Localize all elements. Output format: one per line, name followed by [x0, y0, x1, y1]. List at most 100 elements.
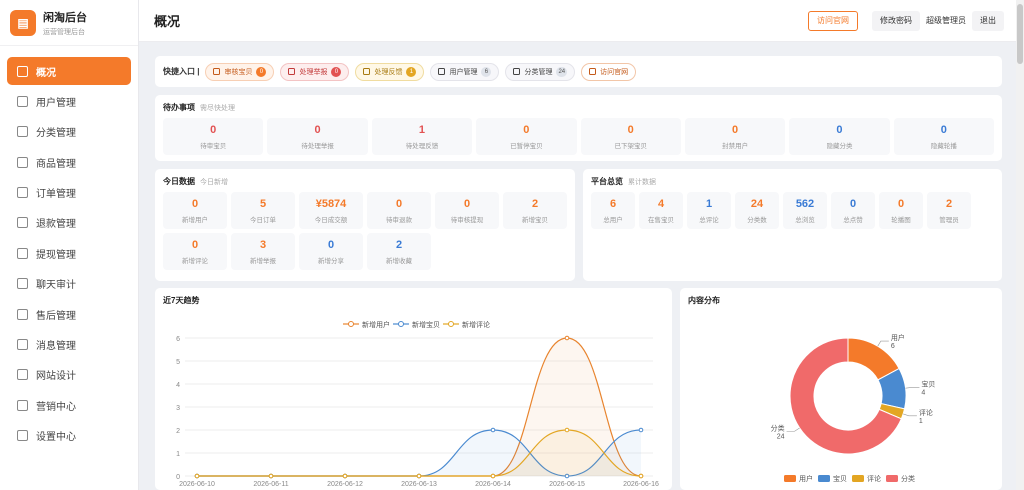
stat-label: 新增评论 — [182, 257, 208, 265]
count-badge: 0 — [331, 66, 342, 77]
sidebar-item-9[interactable]: 消息管理 — [7, 331, 131, 359]
stat-label: 待处理举报 — [301, 142, 334, 150]
stat-tile[interactable]: 0 隐藏轮播 — [893, 118, 994, 155]
distribution-title: 内容分布 — [688, 296, 720, 305]
trend-card: 近7天趋势 0 1 2 3 4 5 6 2026-06-10 2026-06-11 2026-06… — [155, 288, 672, 490]
visit-site-button[interactable]: 访问官网 — [808, 10, 858, 31]
sidebar-item-11[interactable]: 营销中心 — [7, 391, 131, 419]
stat-label: 新增收藏 — [386, 257, 412, 265]
label-line — [786, 427, 800, 432]
sidebar-item-0[interactable]: 概况 — [7, 57, 131, 85]
change-password-button[interactable]: 修改密码 — [872, 10, 920, 31]
stat-tile[interactable]: 0 待处理举报 — [267, 118, 368, 155]
y-tick-label: 5 — [176, 359, 180, 366]
sidebar-item-5[interactable]: 退款管理 — [7, 209, 131, 237]
stat-tile[interactable]: 0 待审退款 — [367, 192, 431, 229]
stat-tile[interactable]: 3 新增举报 — [231, 233, 295, 270]
sidebar-item-8[interactable]: 售后管理 — [7, 300, 131, 328]
card-icon — [17, 247, 28, 259]
legend-marker — [448, 321, 454, 327]
stat-tile[interactable]: 0 已暂停宝贝 — [476, 118, 577, 155]
stat-tile[interactable]: ¥5874 今日成交额 — [299, 192, 363, 229]
stat-value: 0 — [314, 123, 321, 136]
stat-value: 3 — [259, 238, 267, 251]
legend-swatch — [886, 475, 898, 482]
slice-label: 评论 1 — [919, 408, 933, 425]
stat-tile[interactable]: 2 新增宝贝 — [503, 192, 567, 229]
stat-tile[interactable]: 24 分类数 — [735, 192, 779, 229]
stat-label: 总浏览 — [795, 216, 815, 224]
stat-label: 今日成交额 — [314, 216, 348, 224]
stat-label: 待审退款 — [386, 216, 412, 224]
quick-entry-text: 处理举报 — [299, 68, 328, 76]
stat-tile[interactable]: 6 总用户 — [591, 192, 635, 229]
data-point — [564, 335, 570, 341]
quick-entry-button[interactable]: 用户管理 6 — [430, 62, 500, 81]
stat-tile[interactable]: 0 待审宝贝 — [163, 118, 264, 155]
stat-tile[interactable]: 4 在售宝贝 — [639, 192, 683, 229]
y-tick-label: 6 — [176, 336, 180, 343]
data-point — [490, 427, 496, 433]
stat-tile[interactable]: 0 新增用户 — [163, 192, 227, 229]
sidebar-item-label: 售后管理 — [36, 310, 76, 322]
sidebar-item-3[interactable]: 商品管理 — [7, 148, 131, 176]
stat-tile[interactable]: 0 新增分享 — [299, 233, 363, 270]
stat-label: 封禁用户 — [722, 142, 749, 150]
sidebar-nav: 概况 用户管理分类管理 商品管理订单管理退款管理提现管理聊天审计售后管理消息管理 网站… — [0, 46, 138, 450]
quick-entry-icon — [513, 68, 521, 75]
stat-label: 新增分享 — [318, 257, 344, 265]
logout-button[interactable]: 退出 — [972, 10, 1004, 31]
stat-value: 0 — [897, 197, 905, 210]
quick-entry-icon — [288, 68, 296, 75]
slice-label: 分类 24 — [771, 423, 785, 440]
quick-entry-icon — [589, 68, 597, 75]
legend-label: 分类 — [901, 474, 915, 483]
stat-tile[interactable]: 1 待处理反馈 — [371, 118, 473, 155]
scrollbar[interactable] — [1016, 0, 1024, 490]
stat-value: 0 — [327, 238, 335, 251]
sidebar-item-6[interactable]: 提现管理 — [7, 239, 131, 267]
pending-title: 待办事项 — [163, 103, 195, 112]
stat-tile[interactable]: 2 管理员 — [927, 192, 971, 229]
stat-tile[interactable]: 5 今日订单 — [231, 192, 295, 229]
stat-tile[interactable]: 0 封禁用户 — [684, 118, 786, 155]
stat-tile[interactable]: 562 总浏览 — [783, 192, 827, 229]
sidebar-item-12[interactable]: 设置中心 — [7, 422, 131, 450]
quick-entry-text: 处理反馈 — [374, 68, 403, 76]
x-tick-label: 2026-06-14 — [475, 481, 511, 486]
quick-entry-button[interactable]: 分类管理 24 — [505, 62, 576, 81]
x-tick-label: 2026-06-13 — [401, 481, 437, 486]
stat-label: 待审宝贝 — [200, 142, 227, 150]
stat-label: 总评论 — [699, 216, 719, 224]
sidebar-item-label: 退款管理 — [36, 219, 76, 231]
user-name: 超级管理员 — [926, 16, 966, 25]
stat-tile[interactable]: 0 新增评论 — [163, 233, 227, 270]
legend-label: 评论 — [867, 474, 881, 483]
stat-tile[interactable]: 0 隐藏分类 — [789, 118, 890, 155]
sidebar-item-10[interactable]: 网站设计 — [7, 361, 131, 389]
stat-value: 24 — [750, 197, 764, 210]
quick-entry-button[interactable]: 审核宝贝 0 — [205, 62, 275, 81]
quick-entry-button[interactable]: 处理举报 0 — [280, 62, 350, 81]
brand-title: 闲淘后台 — [43, 11, 87, 24]
sidebar-item-label: 设置中心 — [36, 432, 76, 444]
stat-tile[interactable]: 2 新增收藏 — [367, 233, 431, 270]
stat-tile[interactable]: 0 已下架宝贝 — [580, 118, 681, 155]
stat-tile[interactable]: 0 待审核提现 — [435, 192, 499, 229]
quick-entry-button[interactable]: 处理反馈 1 — [355, 62, 425, 81]
sidebar-item-label: 订单管理 — [36, 189, 76, 201]
today-title: 今日数据 — [163, 177, 195, 186]
sidebar-item-2[interactable]: 分类管理 — [7, 118, 131, 146]
stat-tile[interactable]: 1 总评论 — [687, 192, 731, 229]
sidebar-item-7[interactable]: 聊天审计 — [7, 270, 131, 298]
stat-label: 管理员 — [939, 216, 959, 224]
stat-tile[interactable]: 0 轮播图 — [879, 192, 923, 229]
dashboard-icon — [17, 65, 28, 77]
quick-entry-button[interactable]: 访问官网 — [581, 62, 637, 81]
sidebar-item-4[interactable]: 订单管理 — [7, 179, 131, 207]
stat-label: 待审核提现 — [450, 216, 484, 224]
stat-value: 0 — [191, 197, 199, 210]
sidebar-item-1[interactable]: 用户管理 — [7, 87, 131, 115]
stat-tile[interactable]: 0 总点赞 — [831, 192, 875, 229]
pending-subtitle: 需尽快处理 — [200, 105, 235, 112]
